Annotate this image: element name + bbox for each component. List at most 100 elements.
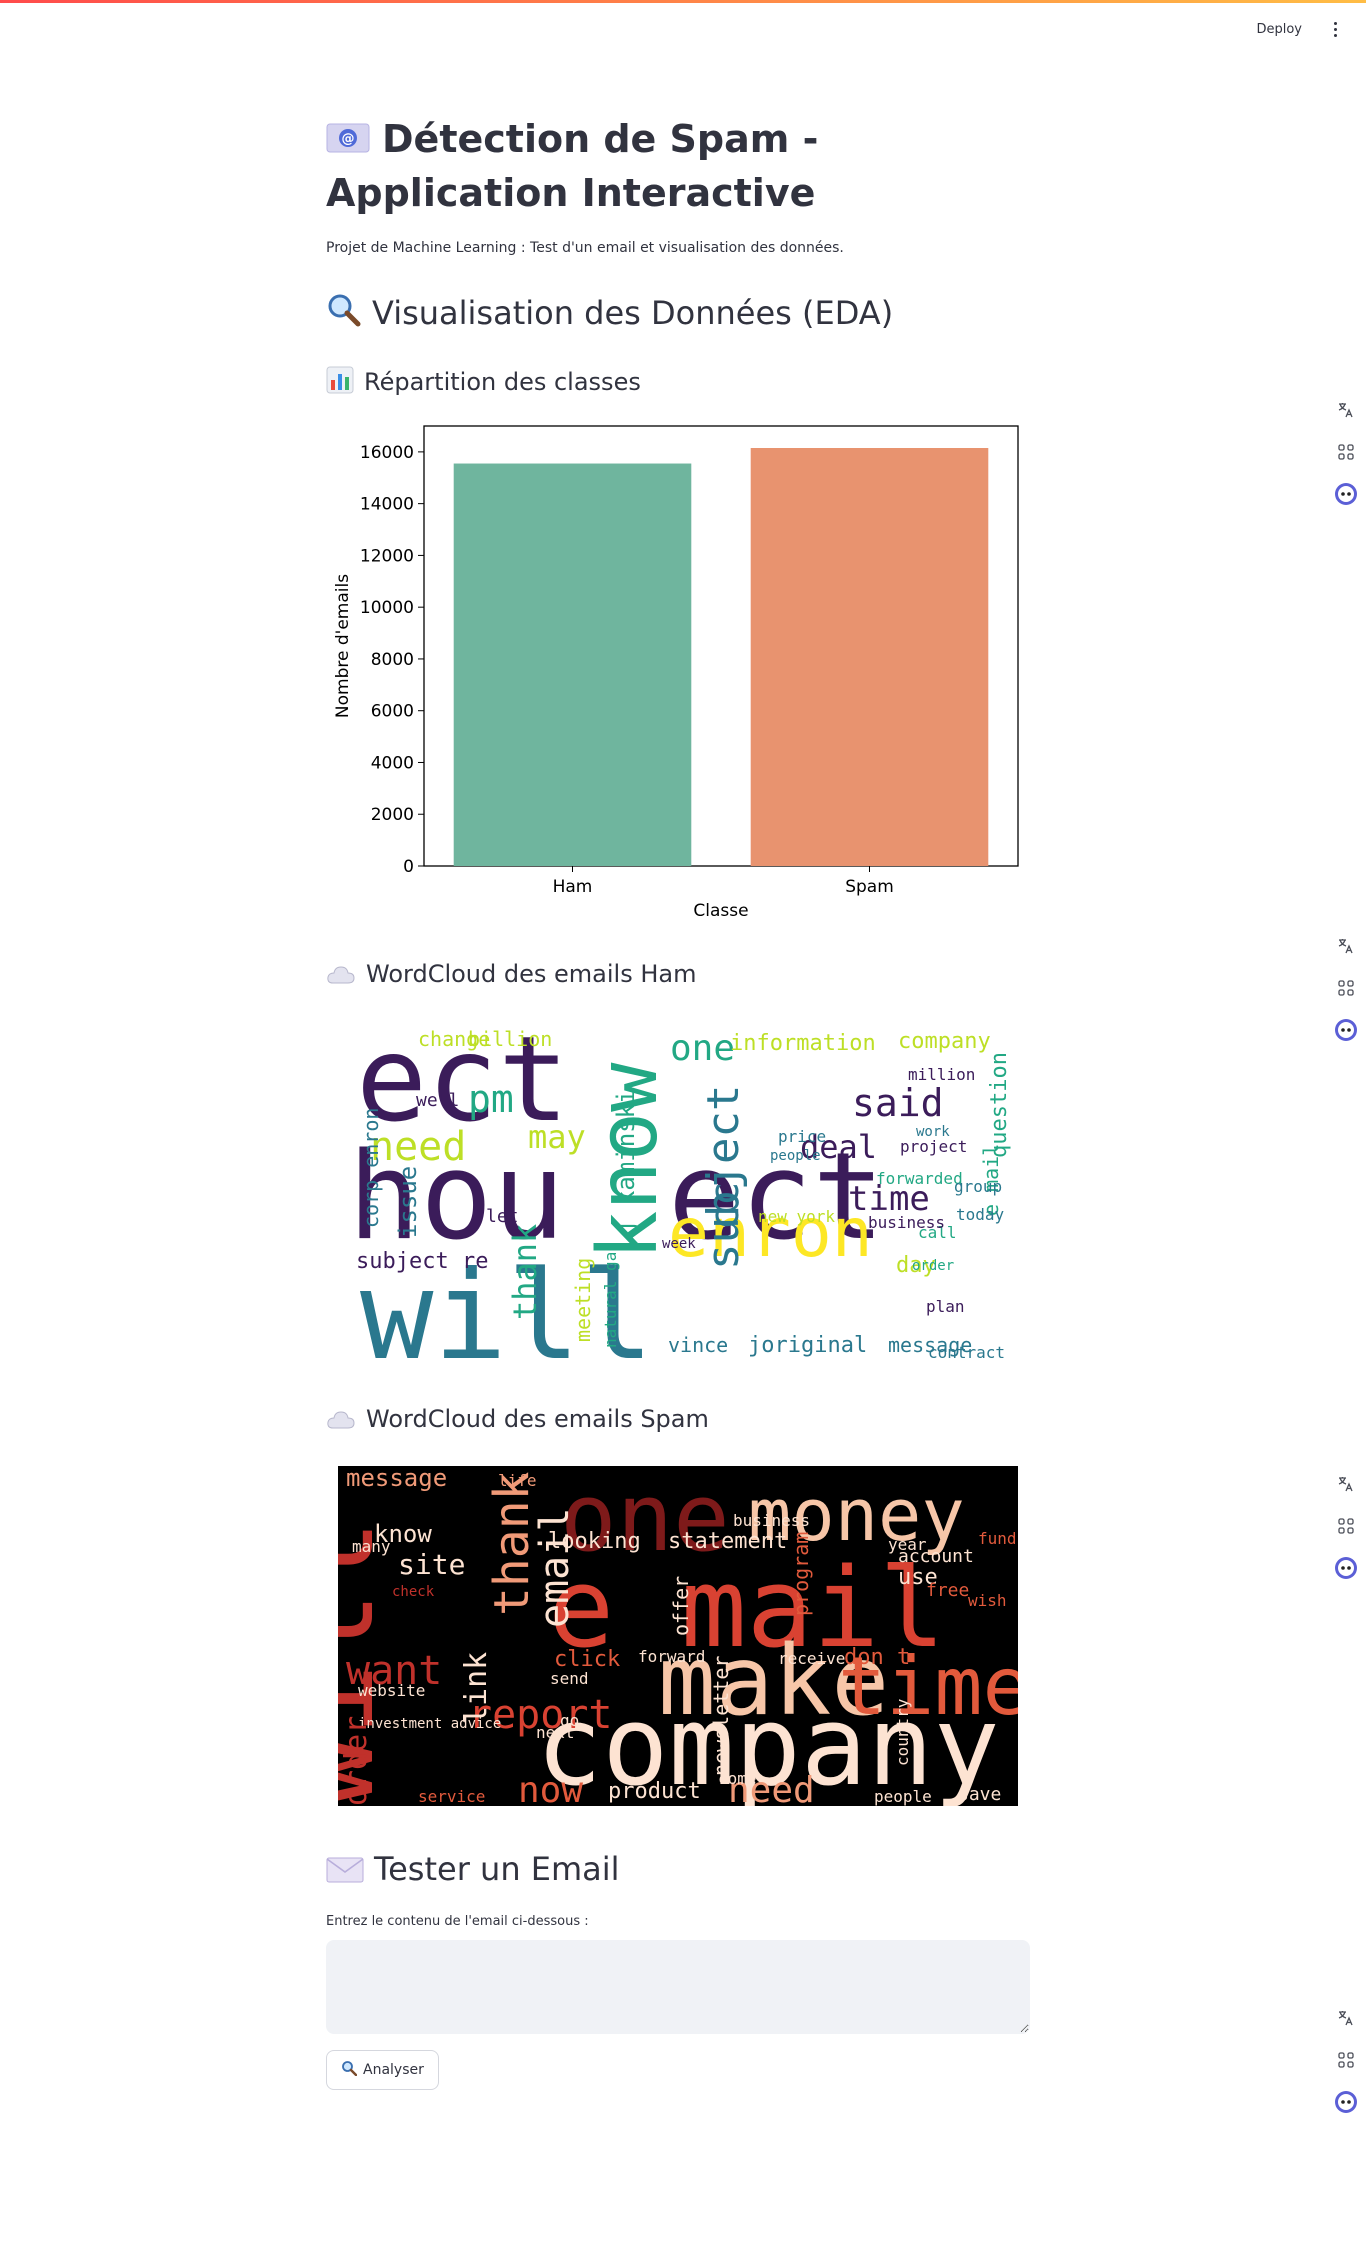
x-axis-label: Classe — [693, 901, 748, 921]
wordcloud-word: people — [770, 1148, 821, 1164]
wordcloud-word: enron — [718, 1351, 820, 1360]
wordcloud-word: thank — [506, 1224, 544, 1320]
x-tick-label: Ham — [553, 877, 593, 897]
wordcloud-word: well — [416, 1090, 459, 1111]
y-tick-label: 10000 — [360, 598, 414, 618]
wordcloud-word: meeting — [571, 1258, 595, 1342]
wordcloud-word: wish — [968, 1591, 1007, 1610]
side-tools-group-4 — [1332, 2004, 1360, 2116]
wordcloud-word: j kaminski — [612, 1090, 640, 1235]
wordcloud-spam-heading-text: WordCloud des emails Spam — [366, 1405, 709, 1433]
class-distribution-heading: Répartition des classes — [326, 366, 641, 400]
wordcloud-word: company — [898, 1029, 991, 1054]
wordcloud-word: don t — [844, 1645, 910, 1670]
wordcloud-word: site — [398, 1548, 465, 1581]
wordcloud-spam-heading: WordCloud des emails Spam — [326, 1405, 709, 1437]
translate-icon[interactable] — [1332, 2004, 1360, 2032]
wordcloud-word: thank — [484, 1471, 540, 1616]
wordcloud-ham-heading-text: WordCloud des emails Ham — [366, 960, 697, 988]
email-input-label: Entrez le contenu de l'email ci-dessous … — [326, 1914, 589, 1929]
wordcloud-word: send — [550, 1669, 589, 1688]
wordcloud-word: change — [418, 1027, 490, 1051]
wordcloud-word: program — [789, 1532, 813, 1616]
wordcloud-word: message — [346, 1466, 447, 1492]
wordcloud-ham-svg: ecthouwillectknowenronsubjectccneedpmmay… — [338, 1020, 1018, 1360]
tester-heading-text: Tester un Email — [374, 1850, 620, 1888]
class-distribution-chart: 0 2000 4000 6000 8000 10000 12000 14000 16000 Ham… — [326, 420, 1030, 930]
wordcloud-word: pm — [468, 1077, 514, 1121]
email-content-input[interactable] — [326, 1940, 1030, 2034]
y-tick-label: 16000 — [360, 443, 414, 463]
page-title: @ Détection de Spam - Application Interac… — [326, 112, 1030, 220]
class-distribution-heading-text: Répartition des classes — [364, 368, 641, 396]
wordcloud-word: free — [926, 1580, 969, 1601]
wordcloud-word: week — [662, 1236, 696, 1252]
wordcloud-word: service — [418, 1787, 485, 1806]
wordcloud-word: save — [958, 1784, 1001, 1805]
wordcloud-word: order — [912, 1258, 954, 1274]
wordcloud-word: fund — [978, 1529, 1017, 1548]
wordcloud-word: cc — [702, 1182, 748, 1230]
wordcloud-word: year — [888, 1535, 927, 1554]
wordcloud-word: business — [868, 1213, 945, 1232]
wordcloud-word: contract — [928, 1343, 1005, 1360]
wordcloud-word: receive — [778, 1649, 845, 1668]
wordcloud-word: group — [954, 1177, 1002, 1196]
deploy-button[interactable]: Deploy — [1250, 18, 1308, 41]
magnifier-icon — [341, 2060, 358, 2080]
wordcloud-word: country — [893, 1698, 912, 1766]
y-tick-label: 14000 — [360, 495, 414, 515]
wordcloud-word: forward — [638, 1647, 705, 1666]
analyze-button[interactable]: Analyser — [326, 2050, 439, 2090]
grid-icon[interactable] — [1332, 2046, 1360, 2074]
x-tick-label: Spam — [845, 877, 894, 897]
cloud-icon — [326, 1409, 356, 1437]
wordcloud-word: next — [536, 1723, 575, 1742]
wordcloud-word: forwarded — [876, 1169, 963, 1188]
wordcloud-word: information — [730, 1031, 876, 1056]
top-accent-bar — [0, 0, 1366, 3]
assistant-icon[interactable] — [1332, 1554, 1360, 1582]
translate-icon[interactable] — [1332, 932, 1360, 960]
assistant-icon[interactable] — [1332, 1016, 1360, 1044]
envelope-icon — [326, 1854, 364, 1892]
y-tick-label: 6000 — [371, 702, 414, 722]
assistant-icon[interactable] — [1332, 2088, 1360, 2116]
wordcloud-word: may — [528, 1118, 586, 1156]
email-at-icon: @ — [326, 114, 370, 153]
wordcloud-word: need — [370, 1124, 466, 1170]
wordcloud-word: said — [852, 1081, 944, 1125]
app-header: Deploy — [1250, 18, 1344, 41]
bar-ham — [453, 463, 692, 866]
wordcloud-word: million — [908, 1065, 975, 1084]
wordcloud-word: offer — [669, 1576, 693, 1636]
wordcloud-word: product — [608, 1779, 701, 1804]
wordcloud-word: work — [916, 1124, 950, 1140]
wordcloud-word: issue — [394, 1166, 422, 1238]
wordcloud-ham-image: ect hou will ect know enron subject cc need pm may… — [338, 1020, 1018, 1360]
y-tick-label: 0 — [403, 857, 414, 877]
wordcloud-word: order — [339, 1716, 374, 1806]
wordcloud-word: newsletter — [709, 1656, 733, 1776]
bar-spam — [750, 448, 989, 866]
bar-chart-svg: 0 2000 4000 6000 8000 10000 12000 14000 16000 Ham… — [333, 425, 1019, 921]
eda-heading: Visualisation des Données (EDA) — [326, 292, 893, 336]
translate-icon[interactable] — [1332, 396, 1360, 424]
cloud-icon — [326, 964, 356, 992]
grid-icon[interactable] — [1332, 1512, 1360, 1540]
wordcloud-word: business — [733, 1511, 810, 1530]
wordcloud-word: plan — [926, 1297, 965, 1316]
analyze-button-label: Analyser — [363, 2062, 424, 2078]
wordcloud-word: one — [670, 1028, 735, 1069]
wordcloud-word: people — [874, 1787, 932, 1806]
assistant-icon[interactable] — [1332, 480, 1360, 508]
more-vertical-icon[interactable] — [1326, 21, 1344, 39]
grid-icon[interactable] — [1332, 438, 1360, 466]
wordcloud-ham-heading: WordCloud des emails Ham — [326, 960, 696, 992]
eda-heading-text: Visualisation des Données (EDA) — [372, 294, 894, 332]
translate-icon[interactable] — [1332, 1470, 1360, 1498]
wordcloud-word: subject — [698, 1085, 749, 1270]
grid-icon[interactable] — [1332, 974, 1360, 1002]
y-tick-label: 12000 — [360, 546, 414, 566]
wordcloud-word: now — [518, 1770, 583, 1806]
